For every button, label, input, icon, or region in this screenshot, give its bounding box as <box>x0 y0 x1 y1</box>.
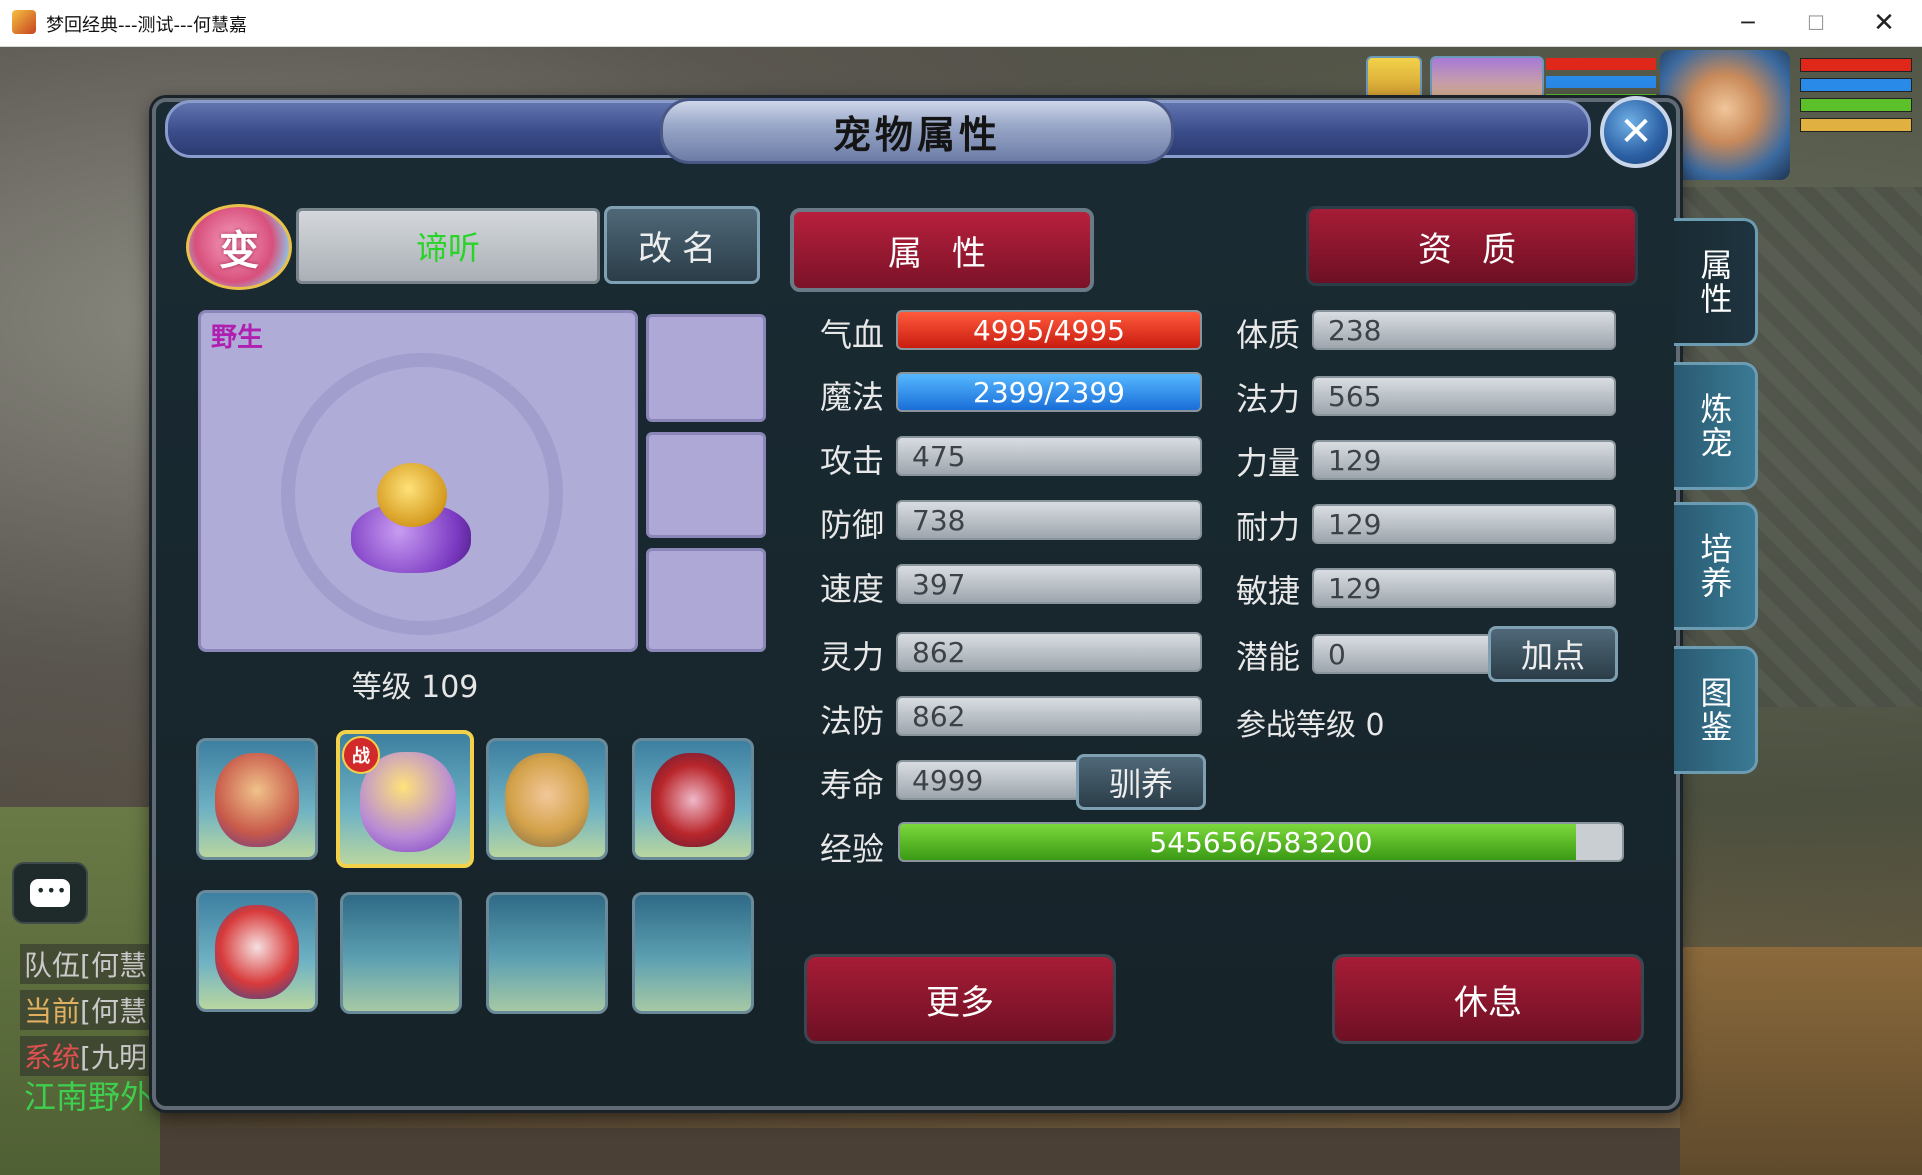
pet-slot-6[interactable] <box>340 892 462 1014</box>
equipment-slot-2[interactable] <box>646 432 766 538</box>
exp-bar: 545656/583200 <box>898 822 1624 862</box>
attack-value: 475 <box>896 436 1202 476</box>
pet-slot-5[interactable] <box>196 890 318 1012</box>
stat-label-mp: 魔法 <box>820 378 885 416</box>
window-title: 梦回经典---测试---何慧嘉 <box>46 15 247 36</box>
scene-ground-right <box>1680 947 1922 1175</box>
chat-button[interactable] <box>12 862 88 924</box>
side-tab-train[interactable]: 培养 <box>1674 502 1758 630</box>
player-bars <box>1800 58 1912 138</box>
stat-label-strength: 力量 <box>1236 444 1301 482</box>
pet-name-field[interactable]: 谛听 <box>296 208 600 284</box>
pet-slot-4[interactable] <box>632 738 754 860</box>
battle-badge: 战 <box>342 736 380 774</box>
potential-value: 0 <box>1312 634 1494 674</box>
pet-level: 等级 109 <box>351 670 479 705</box>
chat-line-team: 队伍[何慧 <box>20 944 151 984</box>
pet-model <box>341 463 481 583</box>
location-label: 江南野外 <box>24 1078 153 1116</box>
maximize-button[interactable]: ☐ <box>1782 0 1850 46</box>
spirit-value: 862 <box>896 632 1202 672</box>
equipment-slot-3[interactable] <box>646 548 766 652</box>
chat-line-system: 系统[九明 <box>20 1036 151 1076</box>
stat-label-spirit: 灵力 <box>820 638 885 676</box>
pet-portrait: 野生 <box>198 310 638 652</box>
stat-label-lifespan: 寿命 <box>820 766 885 804</box>
tame-button[interactable]: 驯养 <box>1076 754 1206 810</box>
hp-bar: 4995/4995 <box>896 310 1202 350</box>
endurance-value: 129 <box>1312 504 1616 544</box>
pet-avatar <box>651 753 735 847</box>
wild-label: 野生 <box>211 323 264 353</box>
pet-avatar <box>505 753 589 847</box>
app-icon <box>12 10 36 34</box>
mana-value: 565 <box>1312 376 1616 416</box>
add-points-button[interactable]: 加点 <box>1488 626 1618 682</box>
close-icon: ✕ <box>1619 109 1653 155</box>
stat-label-exp: 经验 <box>820 830 885 868</box>
constitution-value: 238 <box>1312 310 1616 350</box>
stat-label-agility: 敏捷 <box>1236 572 1301 610</box>
stat-label-attack: 攻击 <box>820 442 885 480</box>
exp-value: 545656/583200 <box>1149 825 1373 859</box>
rename-button[interactable]: 改名 <box>604 206 760 284</box>
pet-avatar <box>215 753 299 847</box>
side-tab-handbook[interactable]: 图鉴 <box>1674 646 1758 774</box>
pet-slot-3[interactable] <box>486 738 608 860</box>
pet-slot-7[interactable] <box>486 892 608 1014</box>
agility-value: 129 <box>1312 568 1616 608</box>
side-tab-attributes[interactable]: 属性 <box>1674 218 1758 346</box>
magic-defense-value: 862 <box>896 696 1202 736</box>
battle-level: 参战等级 0 <box>1236 708 1385 743</box>
pet-slot-1[interactable] <box>196 738 318 860</box>
stat-label-hp: 气血 <box>820 316 885 354</box>
panel-title: 宠物属性 <box>660 98 1174 164</box>
tab-aptitude[interactable]: 资质 <box>1306 206 1638 286</box>
defense-value: 738 <box>896 500 1202 540</box>
stat-label-endurance: 耐力 <box>1236 508 1301 546</box>
stat-label-magic-defense: 法防 <box>820 702 885 740</box>
window-close-button[interactable]: ✕ <box>1850 0 1918 46</box>
lifespan-value: 4999 <box>896 760 1082 800</box>
pet-slot-8[interactable] <box>632 892 754 1014</box>
window-titlebar: 梦回经典---测试---何慧嘉 ─ ☐ ✕ <box>0 0 1922 47</box>
side-tab-refine[interactable]: 炼宠 <box>1674 362 1758 490</box>
mp-bar: 2399/2399 <box>896 372 1202 412</box>
speed-value: 397 <box>896 564 1202 604</box>
rest-button[interactable]: 休息 <box>1332 954 1644 1044</box>
minimize-button[interactable]: ─ <box>1714 0 1782 46</box>
chat-line-current: 当前[何慧 <box>20 990 151 1030</box>
stat-label-constitution: 体质 <box>1236 316 1301 354</box>
pet-slot-2[interactable]: 战 <box>336 730 474 868</box>
equipment-slot-1[interactable] <box>646 314 766 422</box>
transform-badge[interactable]: 变 <box>186 204 292 290</box>
chat-bubble-icon <box>30 879 70 907</box>
tab-attributes[interactable]: 属性 <box>790 208 1094 292</box>
stat-label-potential: 潜能 <box>1236 638 1301 676</box>
stat-label-mana: 法力 <box>1236 380 1301 418</box>
stat-label-speed: 速度 <box>820 570 885 608</box>
strength-value: 129 <box>1312 440 1616 480</box>
more-button[interactable]: 更多 <box>804 954 1116 1044</box>
panel-close-button[interactable]: ✕ <box>1600 96 1672 168</box>
pet-avatar <box>215 905 299 999</box>
stat-label-defense: 防御 <box>820 506 885 544</box>
